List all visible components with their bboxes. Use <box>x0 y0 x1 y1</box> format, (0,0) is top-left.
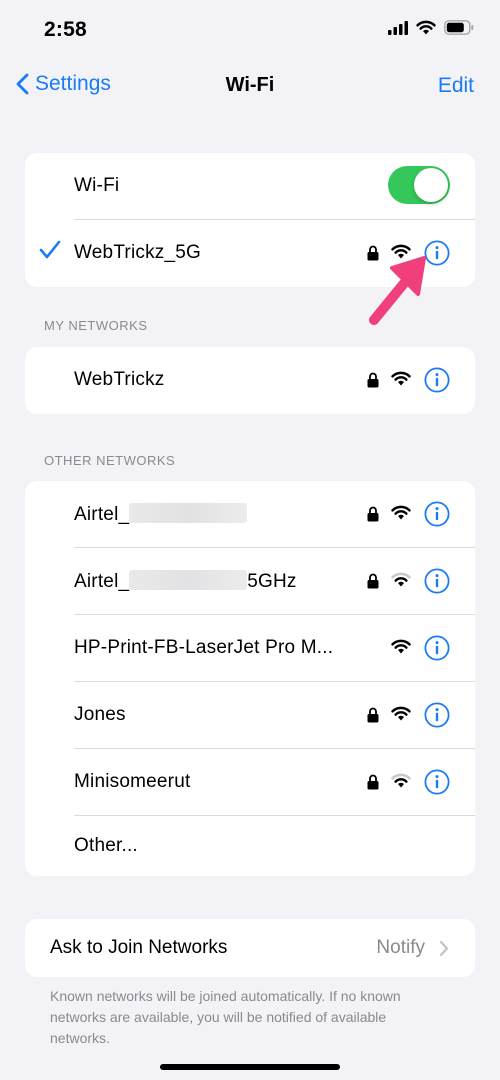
pointer-arrow-icon <box>369 256 426 325</box>
status-icons <box>388 20 474 35</box>
toggle-knob <box>414 168 448 202</box>
battery-icon <box>444 20 474 35</box>
network-row[interactable]: HP-Print-FB-LaserJet Pro M... <box>25 615 475 682</box>
checkmark-icon <box>39 240 61 259</box>
wifi-status-icon <box>416 20 436 35</box>
network-name: Minisomeerut <box>74 771 191 792</box>
lock-icon <box>367 774 379 790</box>
home-indicator <box>160 1064 340 1070</box>
lock-icon <box>367 573 379 589</box>
my-networks-header: MY NETWORKS <box>44 318 148 333</box>
info-icon[interactable] <box>424 501 450 527</box>
network-name: HP-Print-FB-LaserJet Pro M... <box>74 637 334 658</box>
info-icon[interactable] <box>424 702 450 728</box>
wifi-weak-icon <box>391 773 411 788</box>
network-row[interactable]: WebTrickz <box>25 347 475 414</box>
network-row[interactable]: Airtel_ <box>25 481 475 548</box>
status-time: 2:58 <box>44 18 87 41</box>
wifi-weak-icon <box>391 572 411 587</box>
cellular-signal-icon <box>388 20 408 35</box>
status-bar: 2:58 <box>0 0 500 60</box>
network-name: Airtel_ 5GHz <box>74 570 297 592</box>
edit-button[interactable]: Edit <box>438 74 474 98</box>
ask-to-join-label: Ask to Join Networks <box>50 937 228 958</box>
ask-to-join-group: Ask to Join Networks Notify <box>25 919 475 977</box>
network-name: Jones <box>74 704 126 725</box>
wifi-strength-icon <box>391 371 411 386</box>
info-icon[interactable] <box>424 635 450 661</box>
chevron-right-icon <box>439 940 449 957</box>
page-title: Wi-Fi <box>225 74 275 96</box>
nav-bar: Settings Wi-Fi Edit <box>0 60 500 112</box>
other-networks-group: Airtel_ Airtel_ 5GHz HP-Print-FB-LaserJe… <box>25 481 475 876</box>
other-network-label: Other... <box>74 835 138 856</box>
lock-icon <box>367 707 379 723</box>
network-row[interactable]: Jones <box>25 682 475 749</box>
other-network-row[interactable]: Other... <box>25 816 475 876</box>
other-networks-header: OTHER NETWORKS <box>44 453 176 468</box>
wifi-toggle-label: Wi-Fi <box>74 175 120 196</box>
info-icon[interactable] <box>424 769 450 795</box>
wifi-toggle[interactable] <box>388 166 450 204</box>
ask-to-join-value[interactable]: Notify <box>376 937 425 959</box>
wifi-strength-icon <box>391 706 411 721</box>
connected-network-name: WebTrickz_5G <box>74 242 201 263</box>
redacted-blur <box>129 570 248 590</box>
info-icon[interactable] <box>424 568 450 594</box>
wifi-strength-icon <box>391 505 411 520</box>
my-networks-group: WebTrickz <box>25 347 475 414</box>
ask-to-join-row[interactable]: Ask to Join Networks Notify <box>25 919 475 977</box>
lock-icon <box>367 372 379 388</box>
network-name: WebTrickz <box>74 369 165 390</box>
network-row[interactable]: Minisomeerut <box>25 749 475 816</box>
ask-to-join-footer: Known networks will be joined automatica… <box>50 988 401 1046</box>
network-row[interactable]: Airtel_ 5GHz <box>25 548 475 615</box>
wifi-strength-icon <box>391 639 411 654</box>
wifi-toggle-row: Wi-Fi <box>25 153 475 220</box>
lock-icon <box>367 506 379 522</box>
info-icon[interactable] <box>424 367 450 393</box>
redacted-blur <box>129 503 248 523</box>
network-name: Airtel_ <box>74 503 248 526</box>
